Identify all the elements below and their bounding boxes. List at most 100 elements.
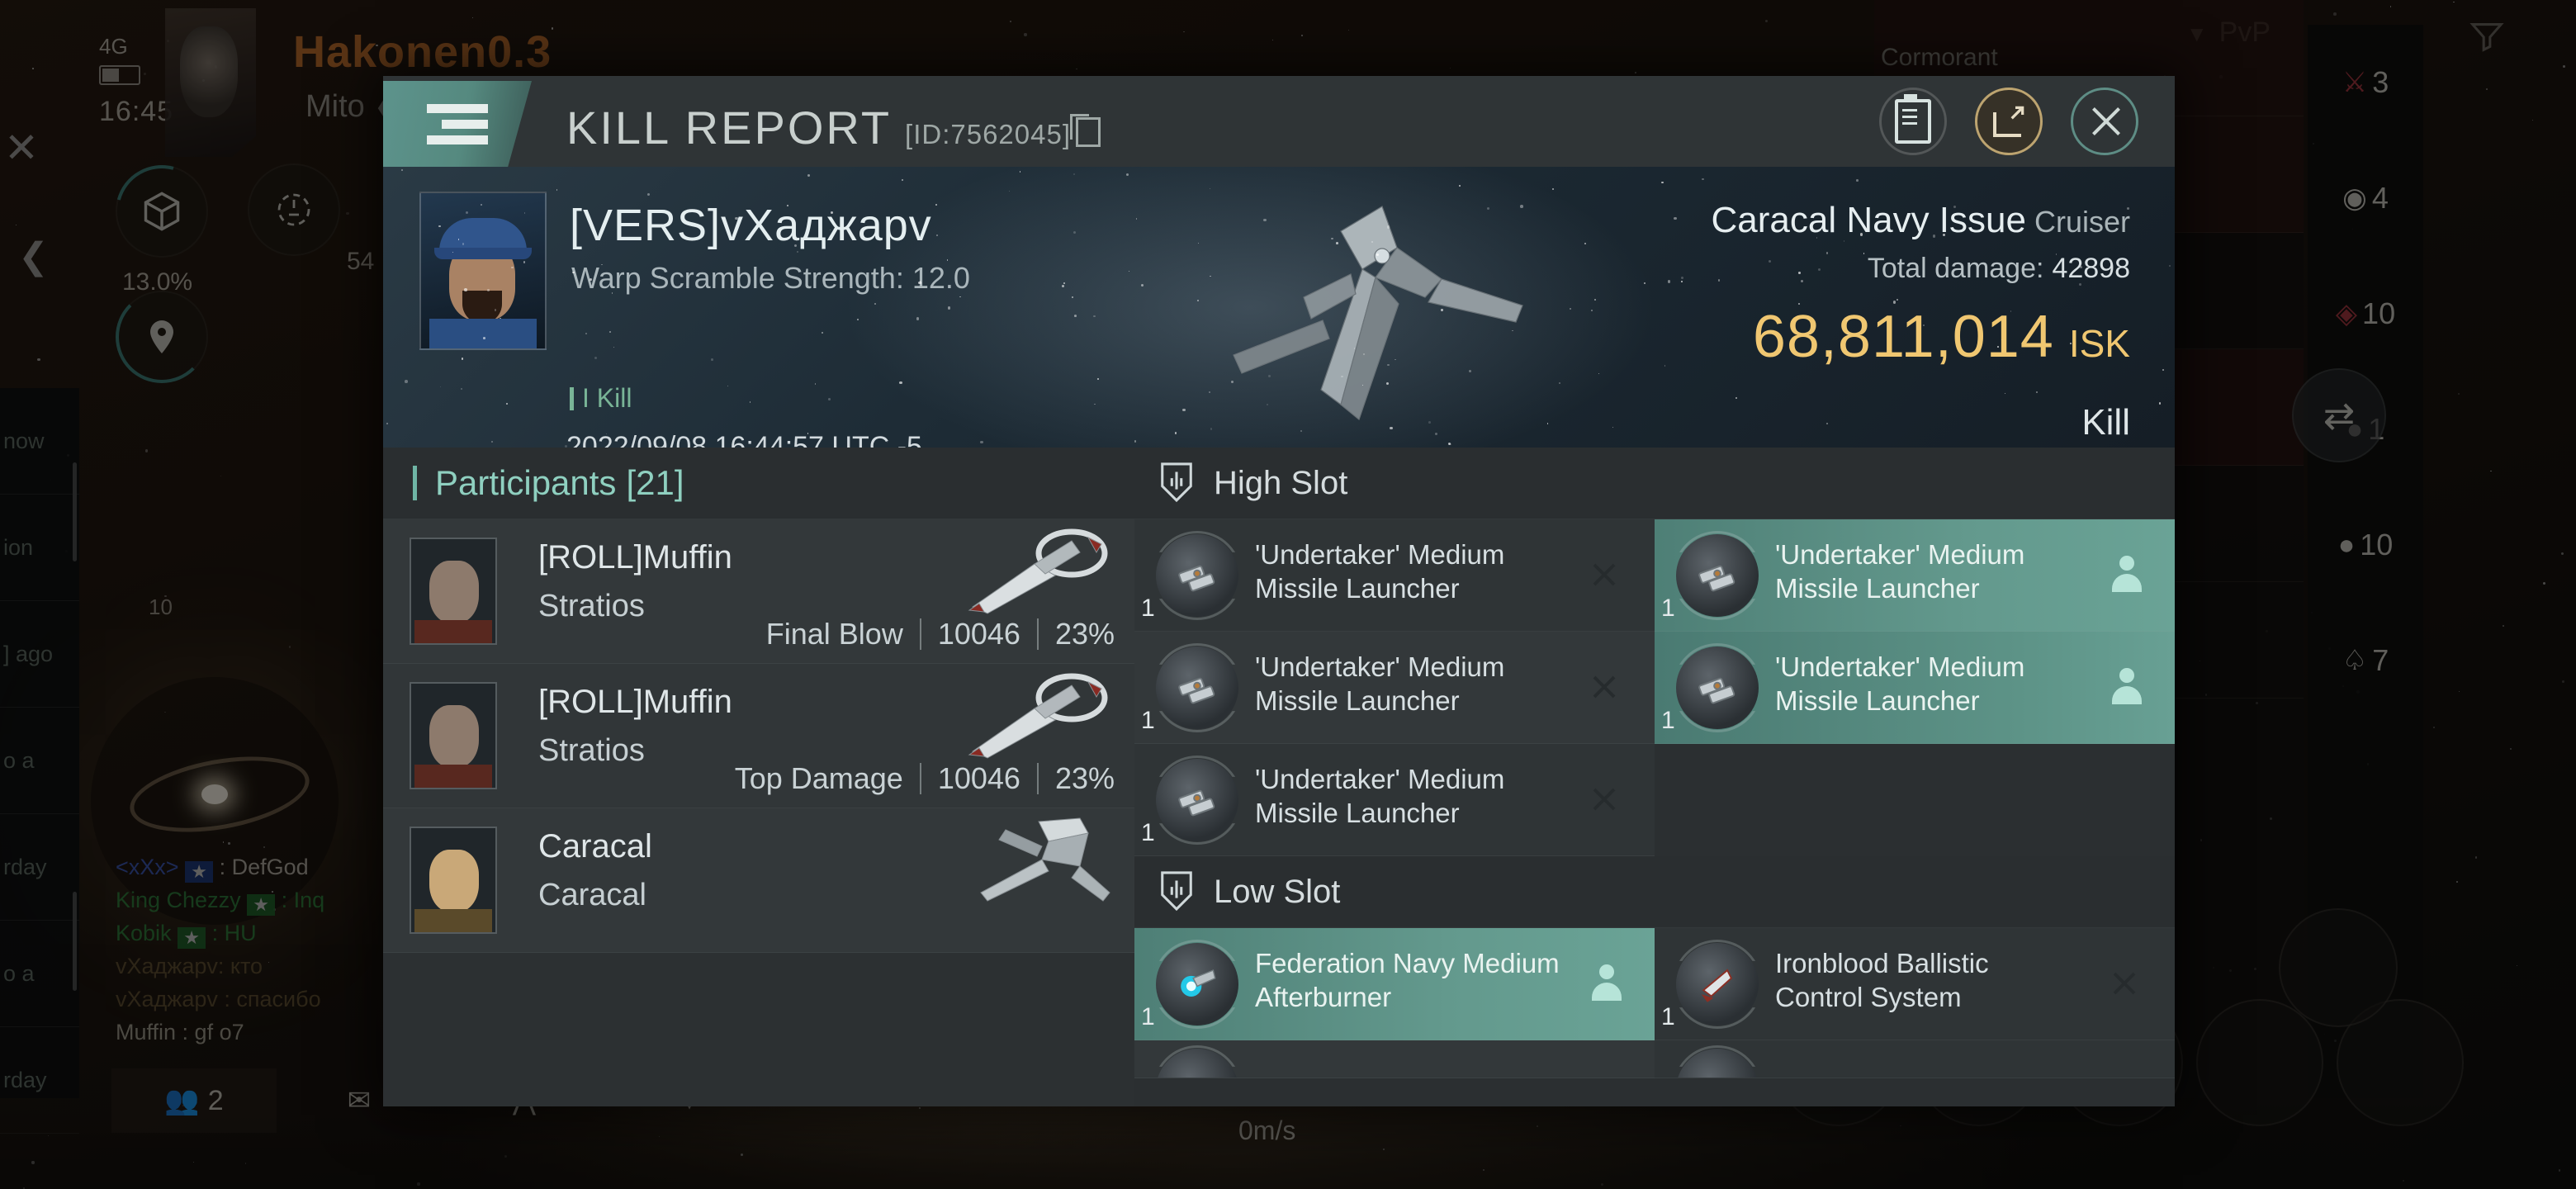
total-damage: Total damage: 42898	[1712, 253, 2131, 285]
participant-name: [ROLL]Muffin	[538, 684, 732, 721]
ship-summary: Caracal Navy Issue Cruiser Total damage: 4…	[1712, 200, 2131, 443]
high-slot-items: 1 'Undertaker' Medium Missile Launcher 1…	[1134, 519, 2175, 856]
missile-launcher-icon	[1156, 647, 1238, 729]
item-name: 'Undertaker' Medium Missile Launcher	[1255, 762, 1564, 830]
avatar	[410, 682, 497, 789]
fitting-item-empty	[1655, 744, 2175, 856]
menu-button[interactable]	[383, 81, 532, 167]
fitting-item[interactable]: 1 Ironblood Ballistic Control System	[1655, 928, 2175, 1040]
kill-timestamp: 2022/09/08 16:44:57 UTC -5	[566, 431, 922, 448]
participant-ship-icon	[956, 669, 1113, 760]
high-slot-header: High Slot	[1134, 448, 2175, 519]
participants-panel[interactable]: Participants [21] [ROLL]Muffin Stratios	[383, 448, 1134, 1106]
item-quantity: 1	[1141, 707, 1155, 735]
participant-name: Caracal	[538, 828, 652, 865]
avatar	[410, 538, 497, 645]
destroyed-icon	[1589, 561, 1617, 589]
damage-value: 10046	[938, 617, 1020, 651]
award-label: Final Blow	[766, 617, 903, 651]
fitting-item[interactable]: 1 'Undertaker' Medium Missile Launcher	[1134, 519, 1655, 632]
victim-summary: [VERS]vХаджарv Warp Scramble Strength: 1…	[383, 167, 2175, 448]
participant-ship: Stratios	[538, 733, 645, 769]
item-name: Ironblood Ballistic Control System	[1775, 946, 2084, 1014]
item-quantity: 1	[1661, 1003, 1675, 1031]
participants-header: Participants [21]	[383, 448, 1134, 519]
avatar	[410, 827, 497, 934]
copy-icon[interactable]	[1076, 117, 1101, 147]
high-slot-icon	[1158, 459, 1196, 508]
participant-name: [ROLL]Muffin	[538, 539, 732, 576]
low-slot-header: Low Slot	[1134, 856, 2175, 928]
damage-percent: 23%	[1055, 617, 1115, 651]
destroyed-icon	[2109, 969, 2137, 997]
table-row[interactable]: [ROLL]Muffin Stratios Final Blow 10046 2…	[383, 519, 1134, 664]
high-slot-label: High Slot	[1214, 465, 1347, 502]
missile-launcher-icon	[1156, 759, 1238, 841]
warp-scramble-strength: Warp Scramble Strength: 12.0	[571, 261, 970, 296]
missile-launcher-icon	[1676, 647, 1759, 729]
isk-value: 68,811,014	[1753, 304, 2054, 370]
low-slot-icon	[1158, 868, 1196, 917]
item-quantity: 1	[1141, 1003, 1155, 1031]
clipboard-icon	[1895, 99, 1931, 144]
item-quantity: 1	[1661, 594, 1675, 623]
dropped-icon	[1592, 964, 1622, 1002]
victim-name: [VERS]vХаджарv	[570, 200, 932, 251]
table-row[interactable]: Caracal Caracal	[383, 808, 1134, 953]
item-quantity: 1	[1141, 819, 1155, 847]
fitting-panel[interactable]: High Slot 1 'Undertaker' Medium Missile …	[1134, 448, 2175, 1106]
module-icon	[1156, 1049, 1238, 1078]
fitting-item[interactable]: 1 'Undertaker' Medium Missile Launcher	[1655, 519, 2175, 632]
isk-unit: ISK	[2069, 322, 2130, 365]
victim-portrait[interactable]	[419, 192, 547, 350]
close-button[interactable]	[2071, 88, 2138, 155]
damage-value: 10046	[938, 761, 1020, 796]
kill-tag: I Kill	[570, 383, 632, 414]
missile-launcher-icon	[1676, 534, 1759, 617]
participant-ship: Caracal	[538, 878, 646, 913]
destroyed-icon	[1589, 673, 1617, 701]
participant-stats: Top Damage 10046 23%	[735, 761, 1115, 796]
fitting-item[interactable]: 1 'Undertaker' Medium Missile Launcher	[1134, 744, 1655, 856]
missile-launcher-icon	[1156, 534, 1238, 617]
share-button[interactable]	[1975, 88, 2043, 155]
item-name: Federation Navy Medium Afterburner	[1255, 946, 1564, 1014]
dropped-icon	[2112, 556, 2142, 594]
participant-ship-icon	[956, 524, 1113, 615]
dropped-icon	[2112, 668, 2142, 706]
victim-ship-render	[1134, 198, 1597, 438]
afterburner-icon	[1156, 943, 1238, 1026]
kill-report-id: [ID:7562045]	[905, 117, 1101, 150]
fitting-item[interactable]: 1 'Undertaker' Medium Missile Launcher	[1134, 632, 1655, 744]
module-icon	[1676, 1049, 1759, 1078]
fitting-item[interactable]: 1 'Undertaker' Medium Missile Launcher	[1655, 632, 2175, 744]
ship-class: Cruiser	[2034, 205, 2130, 239]
share-icon	[1993, 106, 2024, 137]
kill-report-header: KILL REPORT [ID:7562045]	[383, 76, 2175, 167]
item-quantity: 1	[1661, 707, 1675, 735]
isk-value-line: 68,811,014 ISK	[1712, 303, 2131, 371]
kill-report-body: Participants [21] [ROLL]Muffin Stratios	[383, 448, 2175, 1106]
kill-report-title: KILL REPORT	[566, 101, 892, 154]
participant-stats: Final Blow 10046 23%	[766, 617, 1115, 651]
table-row[interactable]: [ROLL]Muffin Stratios Top Damage 10046 2…	[383, 664, 1134, 808]
award-label: Top Damage	[735, 761, 903, 796]
low-slot-items: 1 Federation Navy Medium Afterburner 1 I…	[1134, 928, 2175, 1078]
kill-report-window: KILL REPORT [ID:7562045] [VERS]vХаджарv …	[383, 76, 2175, 1106]
participant-ship-icon	[956, 813, 1113, 904]
menu-icon	[427, 97, 488, 151]
clipboard-button[interactable]	[1879, 88, 1947, 155]
participants-count: [21]	[626, 463, 684, 503]
fitting-item[interactable]	[1655, 1040, 2175, 1078]
item-name: 'Undertaker' Medium Missile Launcher	[1255, 650, 1564, 718]
fitting-item[interactable]	[1134, 1040, 1655, 1078]
item-name: 'Undertaker' Medium Missile Launcher	[1775, 650, 2084, 718]
ballistic-control-icon	[1676, 943, 1759, 1026]
kill-result: Kill	[1712, 402, 2131, 443]
page-title: KILL REPORT [ID:7562045]	[566, 101, 1101, 154]
ship-name: Caracal Navy Issue Cruiser	[1712, 200, 2131, 241]
low-slot-label: Low Slot	[1214, 874, 1340, 911]
item-name: 'Undertaker' Medium Missile Launcher	[1775, 538, 2084, 605]
participants-label: Participants	[435, 463, 616, 503]
fitting-item[interactable]: 1 Federation Navy Medium Afterburner	[1134, 928, 1655, 1040]
